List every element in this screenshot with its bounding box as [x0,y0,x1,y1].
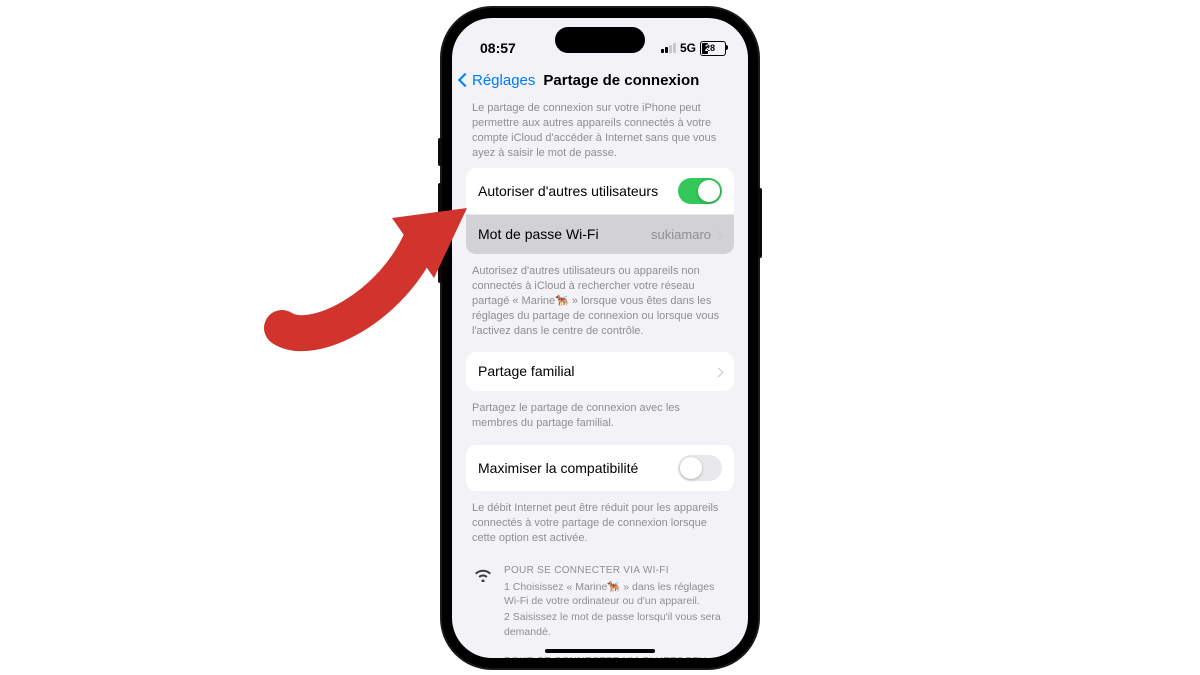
family-sharing-label: Partage familial [478,362,575,381]
wifi-icon [472,564,494,641]
wifi-password-value: sukiamaro [651,226,711,244]
wifi-password-row[interactable]: Mot de passe Wi-Fi sukiamaro [466,214,734,254]
battery-icon: 28 [700,41,726,56]
allow-users-group: Autoriser d'autres utilisateurs Mot de p… [466,168,734,254]
allow-desc: Autorisez d'autres utilisateurs ou appar… [466,260,734,346]
network-label: 5G [680,41,696,55]
allow-users-label: Autoriser d'autres utilisateurs [478,182,658,201]
status-time: 08:57 [480,40,516,56]
family-sharing-row[interactable]: Partage familial [466,352,734,391]
compat-row[interactable]: Maximiser la compatibilité [466,445,734,491]
back-button[interactable]: Réglages [460,72,535,89]
home-indicator[interactable] [545,649,655,653]
back-label: Réglages [472,72,535,89]
family-sharing-group: Partage familial [466,352,734,391]
phone-frame: 08:57 5G 28 Réglages Partage de connexio… [442,8,758,668]
page-title: Partage de connexion [543,72,699,89]
chevron-right-icon [715,363,722,381]
screen: 08:57 5G 28 Réglages Partage de connexio… [452,18,748,658]
wifi-inst-title: POUR SE CONNECTER VIA WI-FI [504,564,728,578]
compat-toggle[interactable] [678,455,722,481]
chevron-left-icon [460,72,470,89]
nav-bar: Réglages Partage de connexion [452,66,748,97]
allow-users-toggle[interactable] [678,178,722,204]
wifi-inst-step1: 1 Choisissez « Marine🐕‍🦺 » dans les régl… [504,580,728,608]
wifi-instructions: POUR SE CONNECTER VIA WI-FI 1 Choisissez… [466,554,734,645]
intro-text: Le partage de connexion sur votre iPhone… [466,97,734,168]
phone-side-button [758,188,762,258]
signal-icon [661,43,676,53]
allow-users-row[interactable]: Autoriser d'autres utilisateurs [466,168,734,214]
chevron-right-icon [715,226,722,244]
dynamic-island [555,27,645,53]
phone-mute-switch [438,138,442,166]
bt-inst-title: POUR SE CONNECTER VIA BLUETOOTH [504,655,728,658]
compat-group: Maximiser la compatibilité [466,445,734,491]
family-desc: Partagez le partage de connexion avec le… [466,397,734,439]
compat-desc: Le débit Internet peut être réduit pour … [466,497,734,554]
wifi-password-label: Mot de passe Wi-Fi [478,225,599,244]
compat-label: Maximiser la compatibilité [478,459,638,478]
pointer-arrow-annotation [272,178,472,358]
battery-percent: 28 [705,43,715,53]
bluetooth-icon [472,655,494,658]
wifi-inst-step2: 2 Saisissez le mot de passe lorsqu'il vo… [504,610,728,638]
